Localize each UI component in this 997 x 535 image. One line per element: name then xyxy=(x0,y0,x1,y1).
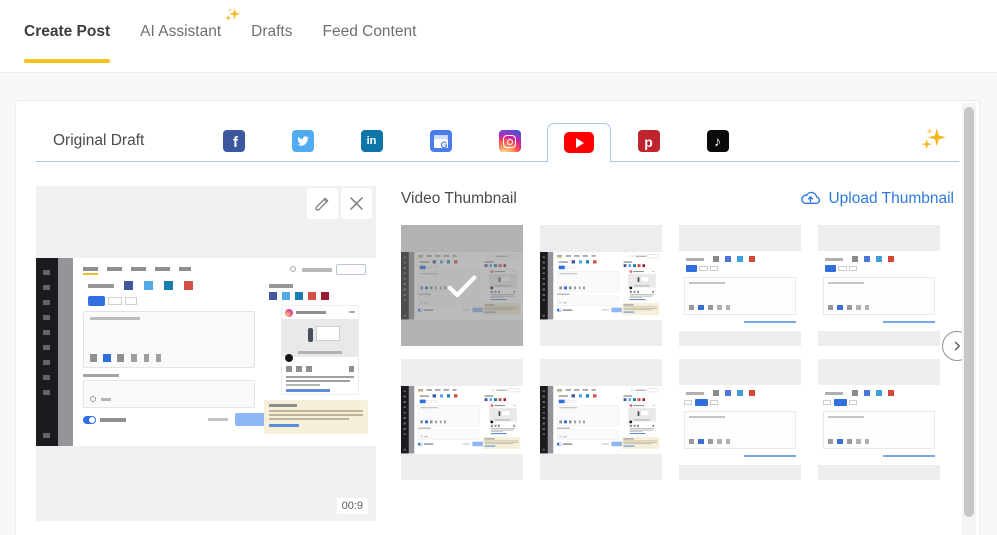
tab-ai-assistant[interactable]: AI Assistant xyxy=(140,0,241,73)
tiktok-icon: ♪ xyxy=(706,130,729,152)
thumbnail-image xyxy=(679,385,801,465)
original-draft-label: Original Draft xyxy=(53,132,145,149)
thumbnail-image xyxy=(401,386,523,454)
remove-video-button[interactable] xyxy=(341,188,372,219)
thumbnail-image xyxy=(679,251,801,331)
edit-video-button[interactable] xyxy=(307,188,338,219)
platform-google-business-icon[interactable]: G xyxy=(406,130,475,152)
google-business-icon: G xyxy=(429,130,452,152)
thumbnail-option-8[interactable] xyxy=(818,359,940,480)
video-preview: 00:9 xyxy=(36,186,376,521)
selected-thumbnail-overlay xyxy=(401,225,523,346)
platform-facebook-icon[interactable]: f xyxy=(199,130,268,152)
top-tab-bar: Create Post AI Assistant Drafts Feed Conte… xyxy=(0,0,997,73)
pencil-icon xyxy=(315,197,329,211)
tab-drafts[interactable]: Drafts xyxy=(251,0,292,73)
thumbnail-option-7[interactable] xyxy=(679,359,801,480)
check-icon xyxy=(447,275,477,297)
upload-thumbnail-label: Upload Thumbnail xyxy=(828,189,954,207)
thumbnail-option-6[interactable] xyxy=(540,359,662,480)
thumbnail-grid xyxy=(401,225,940,480)
youtube-icon xyxy=(564,132,594,153)
platform-linkedin-icon[interactable]: in xyxy=(337,130,406,152)
video-frame-content xyxy=(36,258,376,446)
twitter-icon xyxy=(291,130,314,152)
create-post-panel: Original Draft f in Gp ♪ 00:9 Video Thumbna… xyxy=(15,100,980,535)
duration-badge: 00:9 xyxy=(336,498,368,514)
thumbnail-image xyxy=(540,252,662,320)
scrollbar-thumb[interactable] xyxy=(964,107,974,517)
page: Create Post AI Assistant Drafts Feed Conte… xyxy=(0,0,997,535)
thumbnail-option-1[interactable] xyxy=(401,225,523,346)
platform-pinterest-icon[interactable]: p xyxy=(614,130,683,152)
upload-thumbnail-button[interactable]: Upload Thumbnail xyxy=(800,188,954,209)
tab-feed-content[interactable]: Feed Content xyxy=(322,0,416,73)
thumbnail-image xyxy=(540,386,662,454)
thumbnails-header: Video Thumbnail Upload Thumbnail xyxy=(401,188,954,209)
thumbnail-option-2[interactable] xyxy=(540,225,662,346)
thumbnail-option-4[interactable] xyxy=(818,225,940,346)
thumbnail-image xyxy=(818,385,940,465)
thumbnail-image xyxy=(818,251,940,331)
sparkle-icon xyxy=(224,6,241,28)
platform-tiktok-icon[interactable]: ♪ xyxy=(683,130,752,152)
tab-create-post[interactable]: Create Post xyxy=(24,0,111,73)
facebook-icon: f xyxy=(222,130,245,152)
video-frame xyxy=(36,258,376,446)
pinterest-icon: p xyxy=(637,130,660,152)
platform-instagram-icon[interactable] xyxy=(475,130,544,152)
thumbnail-option-3[interactable] xyxy=(679,225,801,346)
scrollbar-track[interactable] xyxy=(962,103,976,535)
close-icon xyxy=(350,197,363,210)
tab-list: Create Post AI Assistant Drafts Feed Conte… xyxy=(24,0,446,73)
thumbnail-option-5[interactable] xyxy=(401,359,523,480)
video-actions xyxy=(307,188,372,219)
thumbnails-title: Video Thumbnail xyxy=(401,189,517,207)
sparkles-icon xyxy=(920,125,947,157)
cloud-upload-icon xyxy=(801,191,821,205)
platform-youtube-tab[interactable] xyxy=(547,122,611,163)
platform-twitter-icon[interactable] xyxy=(268,130,337,152)
instagram-icon xyxy=(498,130,521,152)
linkedin-icon: in xyxy=(360,130,383,152)
platform-tab-row: Original Draft f in Gp ♪ xyxy=(36,121,959,163)
platform-icon-list: f in Gp ♪ xyxy=(199,121,752,163)
